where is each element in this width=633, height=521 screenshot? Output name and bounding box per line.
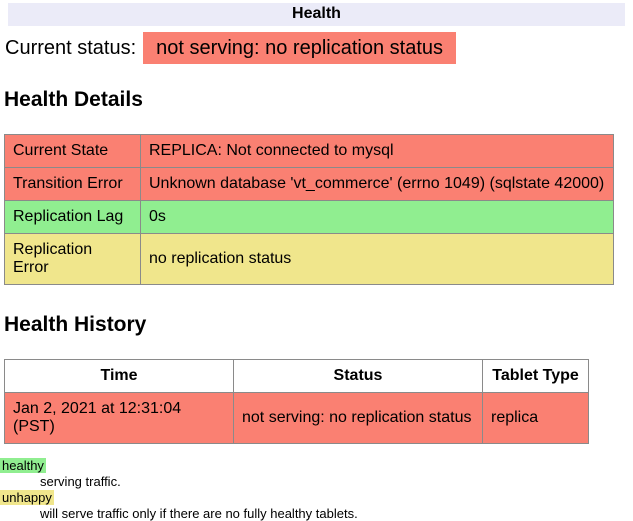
table-row: Current State REPLICA: Not connected to … — [5, 135, 614, 168]
detail-key: Transition Error — [5, 168, 141, 201]
column-header-time: Time — [5, 360, 234, 393]
legend: healthy serving traffic. unhappy will se… — [0, 458, 633, 521]
legend-term: healthy — [0, 458, 633, 474]
page-title: Health — [292, 5, 341, 22]
health-details-table: Current State REPLICA: Not connected to … — [4, 134, 614, 285]
legend-description: will serve traffic only if there are no … — [40, 506, 633, 521]
legend-description: serving traffic. — [40, 474, 633, 490]
history-status: not serving: no replication status — [234, 393, 483, 444]
detail-value: 0s — [141, 201, 614, 234]
detail-key: Replication Error — [5, 234, 141, 285]
health-history-heading: Health History — [4, 313, 633, 337]
table-row: Transition Error Unknown database 'vt_co… — [5, 168, 614, 201]
column-header-status: Status — [234, 360, 483, 393]
history-tablet-type: replica — [483, 393, 589, 444]
health-details-heading: Health Details — [4, 88, 633, 112]
current-status-label: Current status: — [5, 37, 136, 59]
health-history-table: Time Status Tablet Type Jan 2, 2021 at 1… — [4, 359, 589, 444]
legend-term-unhappy: unhappy — [0, 490, 54, 505]
page-header-bar: Health — [8, 3, 625, 26]
table-row: Replication Error no replication status — [5, 234, 614, 285]
detail-value: REPLICA: Not connected to mysql — [141, 135, 614, 168]
history-time: Jan 2, 2021 at 12:31:04 (PST) — [5, 393, 234, 444]
legend-term-healthy: healthy — [0, 458, 46, 473]
detail-key: Current State — [5, 135, 141, 168]
detail-value: Unknown database 'vt_commerce' (errno 10… — [141, 168, 614, 201]
legend-term: unhappy — [0, 490, 633, 506]
current-status-badge: not serving: no replication status — [143, 32, 456, 64]
detail-value: no replication status — [141, 234, 614, 285]
health-page: Health Current status:not serving: no re… — [0, 0, 633, 521]
table-header-row: Time Status Tablet Type — [5, 360, 589, 393]
table-row: Jan 2, 2021 at 12:31:04 (PST) not servin… — [5, 393, 589, 444]
column-header-tablet-type: Tablet Type — [483, 360, 589, 393]
detail-key: Replication Lag — [5, 201, 141, 234]
current-status-line: Current status:not serving: no replicati… — [5, 37, 633, 60]
table-row: Replication Lag 0s — [5, 201, 614, 234]
